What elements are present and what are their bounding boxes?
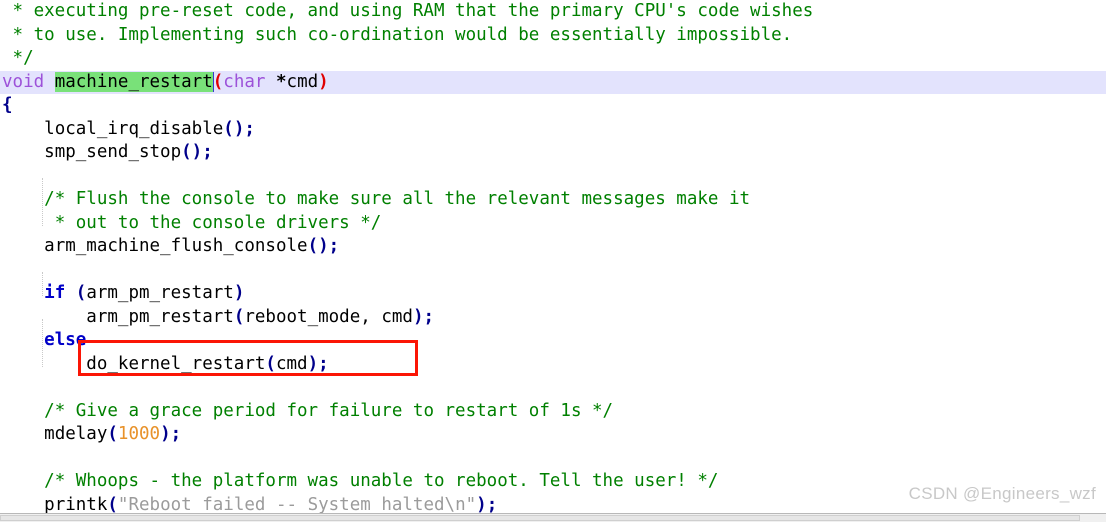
code-line[interactable]: /* Give a grace period for failure to re… xyxy=(0,400,1106,424)
open-paren: ( xyxy=(233,306,245,327)
close-paren-semicolon: ); xyxy=(160,424,182,444)
argument-reboot-mode: reboot_mode xyxy=(244,306,361,327)
semicolon: ; xyxy=(328,236,340,256)
comma: , xyxy=(360,306,371,327)
code-line[interactable]: */ xyxy=(0,47,1106,71)
code-line-blank[interactable] xyxy=(0,447,1106,471)
close-paren: ) xyxy=(318,71,329,92)
comment-token: /* Whoops - the platform was unable to r… xyxy=(44,471,719,491)
close-paren: ) xyxy=(233,283,245,303)
code-line[interactable]: mdelay(1000); xyxy=(0,423,1106,447)
function-call-mdelay: mdelay xyxy=(44,424,108,444)
condition-identifier: arm_pm_restart xyxy=(86,283,234,303)
horizontal-scrollbar[interactable] xyxy=(0,513,1106,522)
code-line[interactable]: { xyxy=(0,94,1106,118)
code-line-highlighted-call[interactable]: do_kernel_restart(cmd); xyxy=(0,353,1106,377)
selected-function-name[interactable]: machine_restart xyxy=(54,71,213,92)
code-line[interactable]: local_irq_disable(); xyxy=(0,118,1106,142)
comment-token: * executing pre-reset code, and using RA… xyxy=(2,1,814,21)
argument-cmd: cmd xyxy=(275,353,308,374)
code-line-blank[interactable] xyxy=(0,376,1106,400)
open-paren: ( xyxy=(107,424,118,444)
comment-token: * out to the console drivers */ xyxy=(54,212,382,233)
empty-parens: () xyxy=(307,236,329,256)
function-call-smp-send-stop: smp_send_stop xyxy=(44,142,182,162)
semicolon: ; xyxy=(202,142,213,162)
empty-parens: () xyxy=(223,118,245,139)
code-line-function-signature[interactable]: void machine_restart(char *cmd) xyxy=(0,70,1106,94)
open-brace: { xyxy=(2,95,13,115)
open-paren: ( xyxy=(107,494,118,514)
code-line[interactable]: arm_machine_flush_console(); xyxy=(0,235,1106,259)
numeric-literal: 1000 xyxy=(117,424,161,444)
code-line-blank[interactable] xyxy=(0,259,1106,283)
comment-token: /* Flush the console to make sure all th… xyxy=(44,189,751,209)
code-text-area[interactable]: * executing pre-reset code, and using RA… xyxy=(0,0,1106,513)
code-line[interactable]: /* Flush the console to make sure all th… xyxy=(0,188,1106,212)
code-line[interactable]: smp_send_stop(); xyxy=(0,141,1106,165)
code-line[interactable]: * to use. Implementing such co-ordinatio… xyxy=(0,24,1106,48)
param-name: cmd xyxy=(286,71,319,92)
function-call-printk: printk xyxy=(44,494,108,514)
comment-token: * to use. Implementing such co-ordinatio… xyxy=(2,24,793,45)
function-call-arm-pm-restart: arm_pm_restart xyxy=(86,306,234,327)
function-call-local-irq-disable: local_irq_disable xyxy=(44,118,224,139)
close-paren-semicolon: ); xyxy=(476,494,498,514)
comment-token: */ xyxy=(2,48,34,68)
pointer-star: * xyxy=(276,71,287,92)
code-line[interactable]: if (arm_pm_restart) xyxy=(0,282,1106,306)
keyword-if: if xyxy=(44,283,66,303)
watermark-text: CSDN @Engineers_wzf xyxy=(908,484,1096,503)
code-line[interactable]: * out to the console drivers */ xyxy=(0,212,1106,236)
code-line[interactable]: * executing pre-reset code, and using RA… xyxy=(0,0,1106,24)
open-paren: ( xyxy=(265,353,276,374)
close-paren-semicolon: ); xyxy=(412,306,435,327)
empty-parens: () xyxy=(181,142,203,162)
code-line[interactable]: arm_pm_restart(reboot_mode, cmd); xyxy=(0,306,1106,330)
open-paren: ( xyxy=(212,71,224,92)
argument-cmd: cmd xyxy=(381,306,413,327)
horizontal-scrollbar-thumb[interactable] xyxy=(0,515,1080,521)
function-call-do-kernel-restart: do_kernel_restart xyxy=(86,353,266,374)
open-paren: ( xyxy=(75,283,87,303)
code-line-blank[interactable] xyxy=(0,165,1106,189)
semicolon: ; xyxy=(244,118,255,139)
comment-token: /* Give a grace period for failure to re… xyxy=(44,400,614,421)
code-editor[interactable]: * executing pre-reset code, and using RA… xyxy=(0,0,1106,522)
close-paren-semicolon: ); xyxy=(307,353,329,374)
type-keyword-void: void xyxy=(2,71,45,92)
function-call-arm-machine-flush-console: arm_machine_flush_console xyxy=(44,236,308,256)
keyword-else: else xyxy=(44,330,87,350)
string-literal: "Reboot failed -- System halted\n" xyxy=(117,494,477,514)
code-line[interactable]: else xyxy=(0,329,1106,353)
type-keyword-char: char xyxy=(223,71,266,92)
